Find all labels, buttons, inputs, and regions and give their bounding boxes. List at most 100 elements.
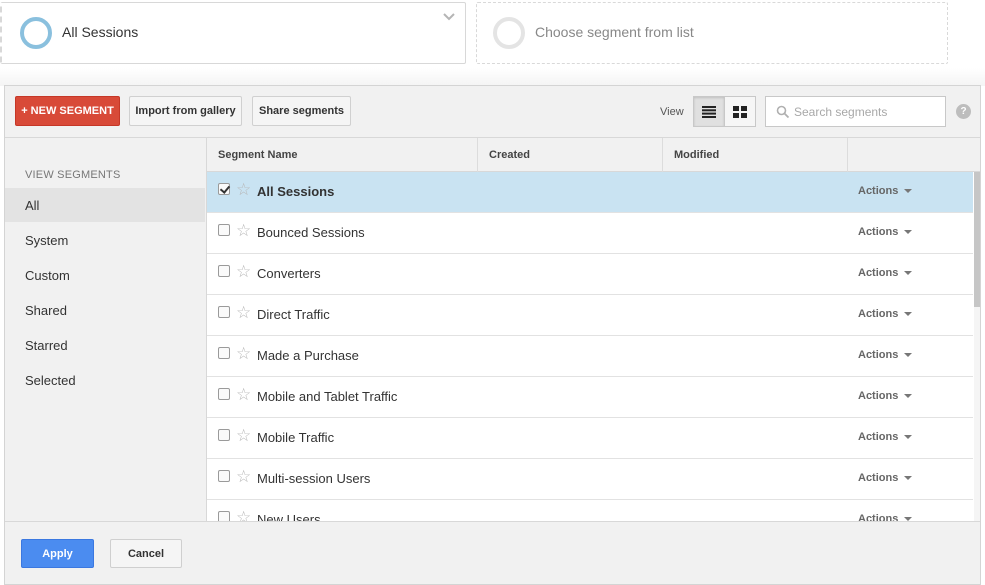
table-row[interactable]: ☆ Mobile and Tablet Traffic Actions <box>207 377 973 418</box>
star-icon[interactable]: ☆ <box>236 509 251 521</box>
table-row[interactable]: ☆ Multi-session Users Actions <box>207 459 973 500</box>
grid-view-button[interactable] <box>724 96 756 127</box>
table-row[interactable]: ☆ Made a Purchase Actions <box>207 336 973 377</box>
sidebar-item-selected[interactable]: Selected <box>5 363 205 397</box>
segments-table: Segment Name Created Modified ☆ All Sess… <box>206 138 980 521</box>
star-icon[interactable]: ☆ <box>236 304 251 321</box>
sidebar-item-shared[interactable]: Shared <box>5 293 205 327</box>
segment-name[interactable]: Made a Purchase <box>257 348 359 363</box>
segment-name[interactable]: Bounced Sessions <box>257 225 365 240</box>
search-box <box>765 96 946 127</box>
row-checkbox[interactable] <box>218 388 230 400</box>
sidebar-item-starred[interactable]: Starred <box>5 328 205 362</box>
empty-segment-label: Choose segment from list <box>535 24 694 40</box>
segment-name[interactable]: Mobile Traffic <box>257 430 334 445</box>
segment-name[interactable]: All Sessions <box>257 184 334 199</box>
column-header-modified[interactable]: Modified <box>663 138 848 172</box>
actions-label: Actions <box>858 390 899 402</box>
star-icon[interactable]: ☆ <box>236 263 251 280</box>
table-body: ☆ All Sessions Actions ☆ Bounced Session… <box>207 172 973 521</box>
star-icon[interactable]: ☆ <box>236 181 251 198</box>
actions-label: Actions <box>858 349 899 361</box>
footer: Apply Cancel <box>5 521 980 584</box>
actions-dropdown[interactable]: Actions <box>858 431 913 443</box>
column-header-created[interactable]: Created <box>478 138 663 172</box>
grid-view-icon <box>733 105 747 118</box>
row-checkbox[interactable] <box>218 470 230 482</box>
row-checkbox[interactable] <box>218 224 230 236</box>
caret-down-icon <box>904 312 913 316</box>
search-icon <box>776 105 790 119</box>
table-row[interactable]: ☆ Converters Actions <box>207 254 973 295</box>
new-segment-button[interactable]: + NEW SEGMENT <box>15 96 120 126</box>
star-icon[interactable]: ☆ <box>236 468 251 485</box>
sidebar-item-system[interactable]: System <box>5 223 205 257</box>
list-view-icon <box>702 105 716 118</box>
caret-down-icon <box>904 394 913 398</box>
segment-bar: All Sessions Choose segment from list <box>0 0 985 70</box>
caret-down-icon <box>904 353 913 357</box>
segment-picker-panel: + NEW SEGMENT Import from gallery Share … <box>4 85 981 585</box>
row-checkbox[interactable] <box>218 265 230 277</box>
actions-label: Actions <box>858 267 899 279</box>
actions-dropdown[interactable]: Actions <box>858 513 913 521</box>
actions-dropdown[interactable]: Actions <box>858 267 913 279</box>
actions-label: Actions <box>858 185 899 197</box>
active-segment-label: All Sessions <box>62 24 139 40</box>
sidebar-item-custom[interactable]: Custom <box>5 258 205 292</box>
list-view-button[interactable] <box>693 96 725 127</box>
table-row[interactable]: ☆ Bounced Sessions Actions <box>207 213 973 254</box>
active-segment-card[interactable]: All Sessions <box>0 2 466 64</box>
actions-dropdown[interactable]: Actions <box>858 349 913 361</box>
scrollbar-thumb[interactable] <box>974 172 980 307</box>
chevron-down-icon[interactable] <box>441 9 457 25</box>
star-icon[interactable]: ☆ <box>236 222 251 239</box>
row-checkbox[interactable] <box>218 306 230 318</box>
row-checkbox[interactable] <box>218 429 230 441</box>
table-row[interactable]: ☆ All Sessions Actions <box>207 172 973 213</box>
table-row[interactable]: ☆ Mobile Traffic Actions <box>207 418 973 459</box>
actions-label: Actions <box>858 226 899 238</box>
actions-dropdown[interactable]: Actions <box>858 226 913 238</box>
toolbar: + NEW SEGMENT Import from gallery Share … <box>5 86 980 138</box>
actions-label: Actions <box>858 472 899 484</box>
segment-name[interactable]: Mobile and Tablet Traffic <box>257 389 397 404</box>
caret-down-icon <box>904 476 913 480</box>
actions-dropdown[interactable]: Actions <box>858 185 913 197</box>
star-icon[interactable]: ☆ <box>236 427 251 444</box>
empty-segment-slot[interactable]: Choose segment from list <box>476 2 948 64</box>
column-header-actions <box>848 138 980 172</box>
segment-name[interactable]: New Users <box>257 512 321 521</box>
panel-shadow <box>0 68 985 86</box>
actions-dropdown[interactable]: Actions <box>858 308 913 320</box>
actions-dropdown[interactable]: Actions <box>858 390 913 402</box>
star-icon[interactable]: ☆ <box>236 386 251 403</box>
row-checkbox[interactable] <box>218 183 230 195</box>
table-row[interactable]: ☆ Direct Traffic Actions <box>207 295 973 336</box>
row-checkbox[interactable] <box>218 347 230 359</box>
star-icon[interactable]: ☆ <box>236 345 251 362</box>
search-input[interactable] <box>794 103 939 121</box>
caret-down-icon <box>904 435 913 439</box>
help-icon[interactable]: ? <box>956 104 971 119</box>
table-scrollbar[interactable] <box>974 172 980 521</box>
actions-dropdown[interactable]: Actions <box>858 472 913 484</box>
segment-name[interactable]: Direct Traffic <box>257 307 330 322</box>
import-from-gallery-button[interactable]: Import from gallery <box>129 96 242 126</box>
apply-button[interactable]: Apply <box>21 539 94 568</box>
column-header-segment-name[interactable]: Segment Name <box>207 138 478 172</box>
table-row[interactable]: ☆ New Users Actions <box>207 500 973 521</box>
segment-name[interactable]: Multi-session Users <box>257 471 370 486</box>
segment-name[interactable]: Converters <box>257 266 321 281</box>
caret-down-icon <box>904 189 913 193</box>
sidebar-item-all[interactable]: All <box>5 188 205 222</box>
cancel-button[interactable]: Cancel <box>110 539 182 568</box>
share-segments-button[interactable]: Share segments <box>252 96 351 126</box>
caret-down-icon <box>904 230 913 234</box>
segment-ring-icon <box>20 17 52 49</box>
actions-label: Actions <box>858 308 899 320</box>
actions-label: Actions <box>858 513 899 521</box>
row-checkbox[interactable] <box>218 511 230 521</box>
sidebar-heading: VIEW SEGMENTS <box>25 169 121 181</box>
caret-down-icon <box>904 271 913 275</box>
